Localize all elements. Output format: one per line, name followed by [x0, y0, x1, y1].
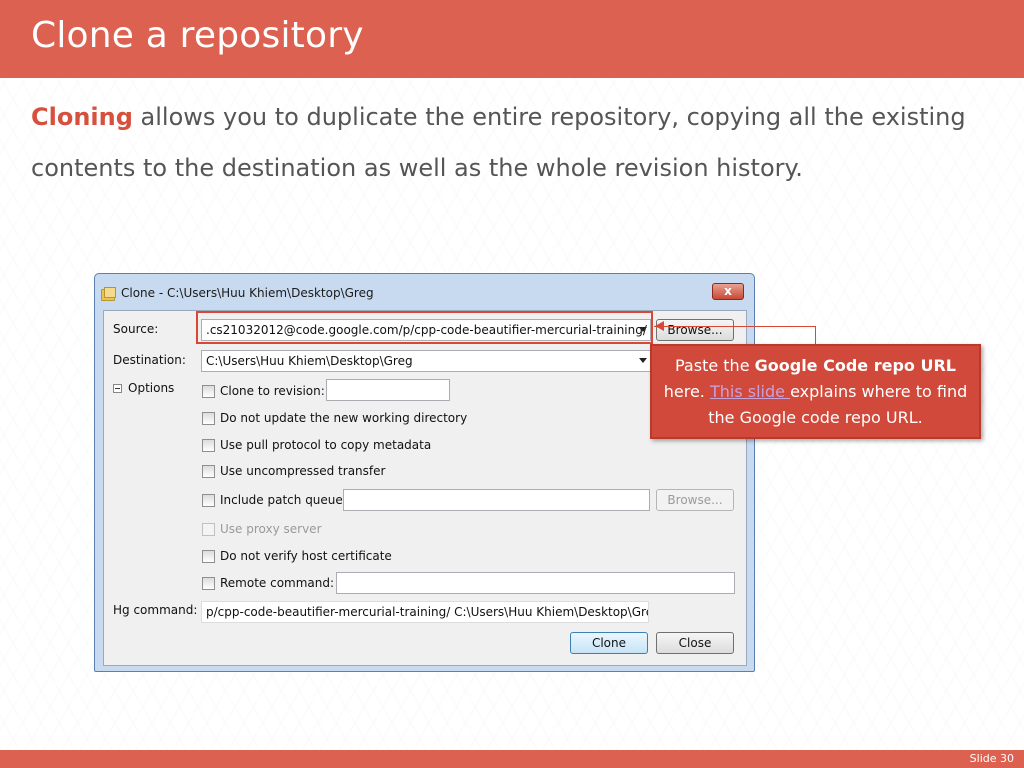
options-toggle[interactable]: Options	[113, 381, 174, 395]
chevron-down-icon[interactable]	[639, 327, 647, 332]
source-label: Source:	[113, 322, 159, 336]
source-value: .cs21032012@code.google.com/p/cpp-code-b…	[206, 323, 647, 337]
hg-command-display: p/cpp-code-beautifier-mercurial-training…	[201, 601, 649, 623]
option-pull-protocol[interactable]: Use pull protocol to copy metadata	[202, 438, 431, 452]
checkbox[interactable]	[202, 576, 215, 590]
chevron-down-icon[interactable]	[639, 358, 647, 363]
collapse-icon[interactable]	[113, 383, 122, 393]
option-label: Use uncompressed transfer	[220, 464, 386, 478]
option-label: Use pull protocol to copy metadata	[220, 438, 432, 452]
callout-text: here.	[663, 382, 710, 401]
callout-connector-line	[654, 326, 816, 346]
body-rest: allows you to duplicate the entire repos…	[31, 103, 966, 182]
option-label: Use proxy server	[220, 522, 322, 536]
option-no-verify[interactable]: Do not verify host certificate	[202, 549, 392, 563]
dialog-title: Clone - C:\Users\Huu Khiem\Desktop\Greg	[121, 286, 374, 300]
option-proxy[interactable]: Use proxy server	[202, 522, 322, 536]
patch-queue-input[interactable]	[343, 489, 650, 511]
folder-icon	[101, 287, 116, 301]
clone-button[interactable]: Clone	[570, 632, 648, 654]
checkbox[interactable]	[202, 493, 215, 507]
option-no-update[interactable]: Do not update the new working directory	[202, 411, 467, 425]
checkbox[interactable]	[202, 384, 215, 398]
option-patch-queue[interactable]: Include patch queue	[202, 493, 343, 507]
checkbox[interactable]	[202, 438, 215, 452]
slide-title-bar: Clone a repository	[0, 0, 1024, 78]
close-button[interactable]: Close	[656, 632, 734, 654]
option-clone-to-revision[interactable]: Clone to revision:	[202, 384, 325, 398]
window-close-button[interactable]: x	[712, 283, 744, 300]
destination-value: C:\Users\Huu Khiem\Desktop\Greg	[206, 354, 413, 368]
options-label: Options	[128, 381, 175, 395]
revision-input[interactable]	[326, 379, 450, 401]
option-label: Clone to revision:	[220, 384, 325, 398]
destination-combo[interactable]: C:\Users\Huu Khiem\Desktop\Greg	[201, 350, 651, 372]
option-remote-command[interactable]: Remote command:	[202, 576, 334, 590]
dialog-titlebar: Clone - C:\Users\Huu Khiem\Desktop\Greg	[101, 282, 701, 304]
body-highlight: Cloning	[31, 103, 133, 131]
destination-label: Destination:	[113, 353, 186, 367]
option-label: Do not verify host certificate	[220, 549, 392, 563]
option-label: Include patch queue	[220, 493, 343, 507]
checkbox[interactable]	[202, 549, 215, 563]
source-combo[interactable]: .cs21032012@code.google.com/p/cpp-code-b…	[201, 319, 651, 341]
hg-command-value: p/cpp-code-beautifier-mercurial-training…	[206, 605, 649, 619]
hg-command-label: Hg command:	[113, 603, 198, 617]
slide-number: Slide 30	[969, 752, 1014, 765]
slide-body-text: Cloning allows you to duplicate the enti…	[31, 92, 991, 194]
callout-box: Paste the Google Code repo URL here. Thi…	[650, 344, 981, 439]
option-label: Do not update the new working directory	[220, 411, 468, 425]
checkbox[interactable]	[202, 464, 215, 478]
arrow-left-icon	[655, 321, 664, 331]
slide-title: Clone a repository	[31, 15, 364, 56]
remote-command-input[interactable]	[336, 572, 735, 594]
checkbox[interactable]	[202, 522, 215, 536]
callout-bold: Google Code repo URL	[754, 356, 956, 375]
callout-link[interactable]: This slide	[710, 382, 790, 401]
callout-text: Paste the	[675, 356, 755, 375]
patch-browse-button[interactable]: Browse...	[656, 489, 734, 511]
option-uncompressed[interactable]: Use uncompressed transfer	[202, 464, 385, 478]
option-label: Remote command:	[220, 576, 335, 590]
slide-footer-bar: Slide 30	[0, 750, 1024, 768]
checkbox[interactable]	[202, 411, 215, 425]
